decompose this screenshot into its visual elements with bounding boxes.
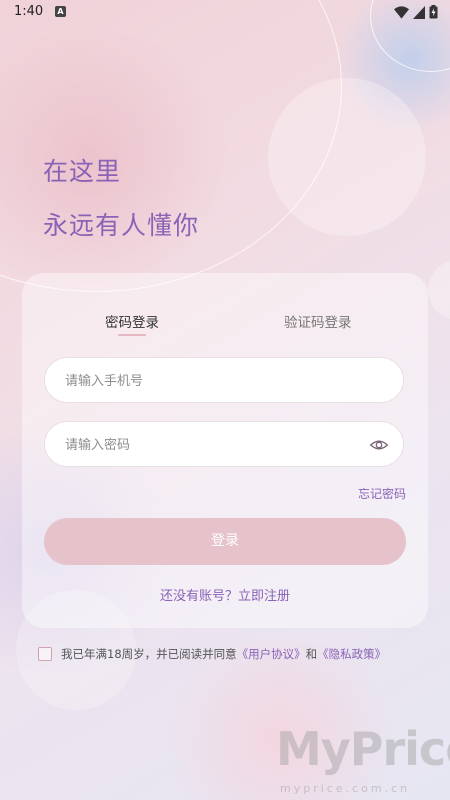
watermark-brand: MyPrice [276,722,450,776]
decorative-bubble [268,78,426,236]
agreement-and-text: 和 [305,647,318,661]
login-card: 密码登录 验证码登录 忘记密码 登录 还没有账号？立即注册 [22,273,428,628]
notification-badge-icon: A [55,6,66,17]
headline-line-2: 永远有人懂你 [43,211,200,240]
forgot-password-link[interactable]: 忘记密码 [358,485,406,502]
decorative-bubble [428,260,450,320]
watermark-url: myprice.com.cn [280,782,411,795]
tab-password-login[interactable]: 密码登录 [105,311,159,331]
privacy-policy-link[interactable]: 《隐私政策》 [317,646,386,662]
password-input[interactable] [63,422,367,468]
phone-input[interactable] [63,358,367,404]
status-bar: 1:40 A [0,0,450,24]
battery-charging-icon [429,5,438,19]
agreement-row: 我已年满18周岁，并已阅读并同意 《用户协议》 和 《隐私政策》 [38,646,386,662]
register-link[interactable]: 还没有账号？立即注册 [22,585,428,604]
password-field [44,421,404,468]
eye-icon[interactable] [369,435,389,455]
wifi-icon [394,5,409,19]
agreement-text: 我已年满18周岁，并已阅读并同意 [61,647,237,661]
tab-code-login[interactable]: 验证码登录 [284,311,352,331]
active-tab-indicator [118,334,146,336]
status-icons [394,5,438,19]
headline-line-1: 在这里 [43,157,122,186]
background-blob [150,640,410,800]
cellular-signal-icon [413,5,425,19]
login-button[interactable]: 登录 [44,518,406,565]
agreement-checkbox[interactable] [38,647,52,661]
status-time: 1:40 [14,4,44,19]
user-agreement-link[interactable]: 《用户协议》 [237,646,306,662]
phone-field [44,357,404,404]
